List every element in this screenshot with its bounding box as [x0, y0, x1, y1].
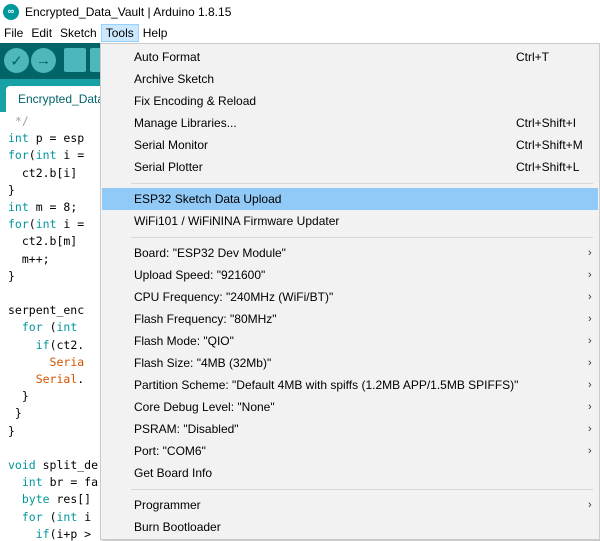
- tools-item-partition-scheme[interactable]: Partition Scheme: "Default 4MB with spif…: [102, 374, 598, 396]
- menu-file[interactable]: File: [0, 24, 27, 42]
- menu-item-label: Port: "COM6": [134, 444, 206, 458]
- menu-item-label: Get Board Info: [134, 466, 213, 480]
- menu-item-label: Core Debug Level: "None": [134, 400, 275, 414]
- menu-item-shortcut: Ctrl+Shift+L: [516, 160, 580, 174]
- tools-item-burn-bootloader[interactable]: Burn Bootloader: [102, 516, 598, 538]
- window-title: Encrypted_Data_Vault | Arduino 1.8.15: [25, 4, 232, 19]
- title-bar: ∞ Encrypted_Data_Vault | Arduino 1.8.15: [0, 0, 600, 23]
- tools-item-board[interactable]: Board: "ESP32 Dev Module" ›: [102, 242, 598, 264]
- chevron-right-icon: ›: [588, 269, 592, 281]
- code-line: for (int: [21, 320, 78, 335]
- tools-item-psram[interactable]: PSRAM: "Disabled" ›: [102, 418, 598, 440]
- chevron-right-icon: ›: [588, 357, 592, 369]
- menu-item-label: Upload Speed: "921600": [134, 268, 266, 282]
- arduino-logo-icon: ∞: [3, 3, 19, 20]
- tools-item-flash-frequency[interactable]: Flash Frequency: "80MHz" ›: [102, 308, 598, 330]
- chevron-right-icon: ›: [588, 445, 592, 457]
- menu-item-label: Board: "ESP32 Dev Module": [134, 246, 286, 260]
- tools-item-auto-format[interactable]: Auto Format Ctrl+T: [102, 46, 598, 68]
- chevron-right-icon: ›: [588, 499, 592, 511]
- menu-item-label: WiFi101 / WiFiNINA Firmware Updater: [134, 214, 340, 228]
- menu-separator: [131, 489, 593, 490]
- menu-bar: File Edit Sketch Tools Help: [0, 23, 600, 43]
- code-line: for (int i: [21, 509, 92, 524]
- menu-item-label: Flash Frequency: "80MHz": [134, 312, 277, 326]
- code-line: if(i+p >: [35, 526, 92, 541]
- tools-item-archive-sketch[interactable]: Archive Sketch: [102, 68, 598, 90]
- menu-item-label: Archive Sketch: [134, 72, 215, 86]
- tools-item-programmer[interactable]: Programmer ›: [102, 494, 598, 516]
- tools-item-esp32-sketch-data-upload[interactable]: ESP32 Sketch Data Upload: [102, 188, 598, 210]
- menu-item-label: Partition Scheme: "Default 4MB with spif…: [134, 378, 519, 392]
- menu-item-label: Auto Format: [134, 50, 201, 64]
- tools-item-fix-encoding-reload[interactable]: Fix Encoding & Reload: [102, 90, 598, 112]
- code-line: for(int i =: [8, 148, 85, 163]
- code-line: ct2.b[i]: [8, 165, 78, 180]
- menu-sketch[interactable]: Sketch: [56, 24, 101, 42]
- code-line: int br = fa: [21, 475, 99, 490]
- menu-item-label: CPU Frequency: "240MHz (WiFi/BT)": [134, 290, 334, 304]
- menu-separator: [131, 237, 593, 238]
- menu-tools[interactable]: Tools: [100, 24, 139, 42]
- tools-item-upload-speed[interactable]: Upload Speed: "921600" ›: [102, 264, 598, 286]
- code-line: ct2.b[m]: [8, 234, 78, 249]
- menu-item-label: Serial Monitor: [134, 138, 209, 152]
- code-line: */: [8, 114, 29, 128]
- tools-item-get-board-info[interactable]: Get Board Info: [102, 462, 598, 484]
- chevron-right-icon: ›: [588, 423, 592, 435]
- chevron-right-icon: ›: [588, 291, 592, 303]
- chevron-right-icon: ›: [588, 401, 592, 413]
- new-sketch-icon[interactable]: [64, 48, 86, 72]
- tools-item-core-debug-level[interactable]: Core Debug Level: "None" ›: [102, 396, 598, 418]
- tools-menu-dropdown: Auto Format Ctrl+T Archive Sketch Fix Encod…: [100, 43, 600, 540]
- menu-item-label: ESP32 Sketch Data Upload: [134, 192, 282, 206]
- code-line: Seria: [49, 354, 85, 369]
- menu-item-label: Flash Size: "4MB (32Mb)": [134, 356, 272, 370]
- menu-item-shortcut: Ctrl+Shift+M: [516, 138, 583, 152]
- code-line: m++;: [8, 251, 50, 266]
- code-line: }: [8, 268, 15, 283]
- code-line: int m = 8;: [8, 200, 78, 214]
- tools-item-flash-mode[interactable]: Flash Mode: "QIO" ›: [102, 330, 598, 352]
- menu-item-label: Fix Encoding & Reload: [134, 94, 257, 108]
- menu-item-label: Programmer: [134, 498, 201, 512]
- tools-item-port[interactable]: Port: "COM6" ›: [102, 440, 598, 462]
- code-line: if(ct2.: [35, 337, 85, 352]
- menu-separator: [131, 183, 593, 184]
- menu-item-label: Flash Mode: "QIO": [134, 334, 234, 348]
- code-line: int p = esp: [8, 131, 85, 146]
- menu-edit[interactable]: Edit: [27, 24, 56, 42]
- chevron-right-icon: ›: [588, 313, 592, 325]
- code-line: }: [8, 406, 22, 421]
- code-line: serpent_enc: [8, 303, 85, 318]
- menu-item-shortcut: Ctrl+Shift+I: [516, 116, 577, 130]
- tools-item-serial-plotter[interactable]: Serial Plotter Ctrl+Shift+L: [102, 156, 598, 178]
- chevron-right-icon: ›: [588, 247, 592, 259]
- tools-item-manage-libraries[interactable]: Manage Libraries... Ctrl+Shift+I: [102, 112, 598, 134]
- menu-help[interactable]: Help: [139, 24, 172, 42]
- tools-item-wifi101-wifinina-firmware-updater[interactable]: WiFi101 / WiFiNINA Firmware Updater: [102, 210, 598, 232]
- code-line: }: [8, 182, 15, 197]
- code-line: }: [8, 389, 29, 404]
- menu-item-shortcut: Ctrl+T: [516, 50, 549, 64]
- code-line: }: [8, 423, 15, 438]
- menu-item-label: PSRAM: "Disabled": [134, 422, 239, 436]
- code-line: byte res[]: [21, 492, 92, 507]
- verify-check-icon[interactable]: ✓: [4, 48, 29, 73]
- tools-item-flash-size[interactable]: Flash Size: "4MB (32Mb)" ›: [102, 352, 598, 374]
- tools-item-serial-monitor[interactable]: Serial Monitor Ctrl+Shift+M: [102, 134, 598, 156]
- chevron-right-icon: ›: [588, 379, 592, 391]
- upload-arrow-icon[interactable]: →: [31, 48, 56, 73]
- tools-item-cpu-frequency[interactable]: CPU Frequency: "240MHz (WiFi/BT)" ›: [102, 286, 598, 308]
- chevron-right-icon: ›: [588, 335, 592, 347]
- code-line: for(int i =: [8, 217, 85, 232]
- menu-item-label: Burn Bootloader: [134, 520, 221, 534]
- code-line: void split_de: [8, 458, 99, 472]
- menu-item-label: Serial Plotter: [134, 160, 203, 174]
- menu-item-label: Manage Libraries...: [134, 116, 237, 130]
- code-line: Serial.: [35, 372, 85, 386]
